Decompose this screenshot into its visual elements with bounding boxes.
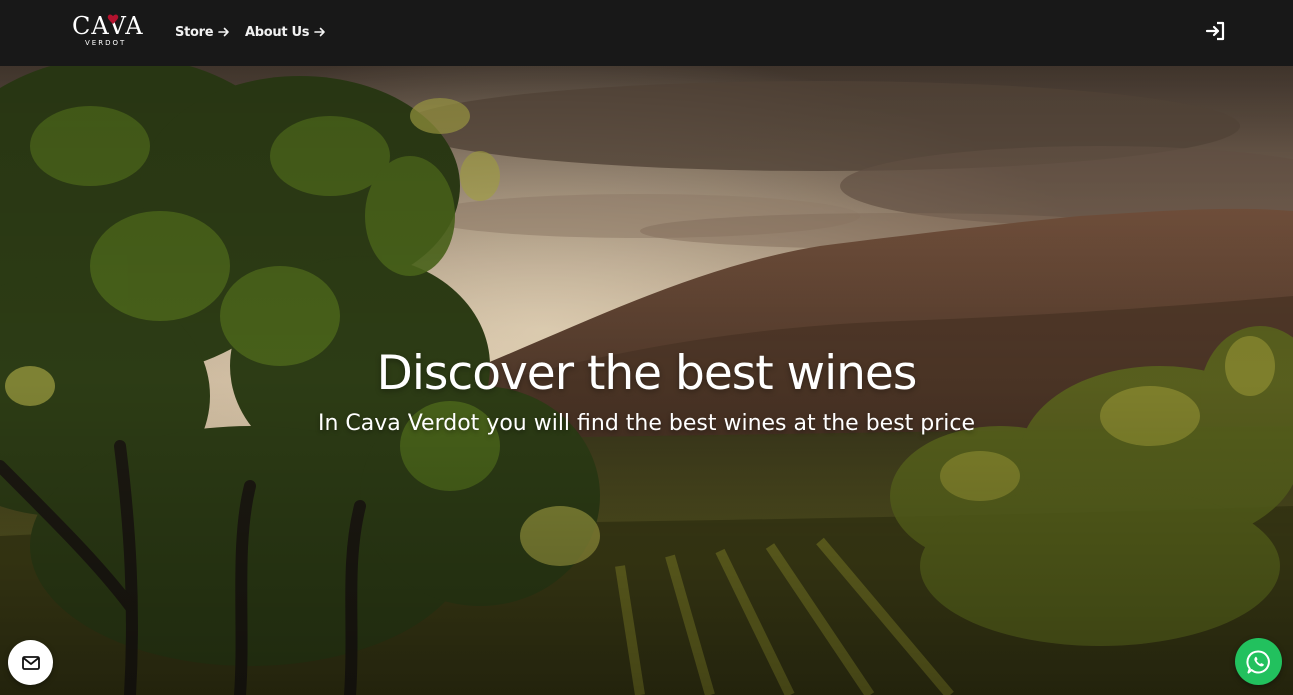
nav-link-store[interactable]: Store — [175, 22, 230, 42]
grape-icon — [107, 14, 119, 24]
whatsapp-icon — [1245, 649, 1270, 673]
top-navbar: CAVA VERDOT Store About Us — [0, 0, 1293, 66]
arrow-right-icon — [314, 27, 325, 37]
mail-icon — [21, 655, 40, 670]
logo-subtext: VERDOT — [85, 39, 127, 47]
arrow-right-icon — [218, 27, 230, 37]
brand-logo[interactable]: CAVA VERDOT — [72, 12, 146, 48]
nav-link-about-us[interactable]: About Us — [245, 22, 326, 42]
nav-link-store-label: Store — [175, 24, 214, 40]
login-button[interactable] — [1204, 19, 1228, 43]
page: CAVA VERDOT Store About Us Discover the … — [0, 0, 1293, 695]
hero-subtitle: In Cava Verdot you will find the best wi… — [317, 411, 976, 436]
nav-link-about-us-label: About Us — [245, 24, 310, 40]
login-icon — [1205, 21, 1225, 41]
whatsapp-button[interactable] — [1235, 638, 1282, 685]
hero-title: Discover the best wines — [376, 346, 918, 401]
contact-mail-button[interactable] — [8, 640, 53, 685]
hero-section: Discover the best wines In Cava Verdot y… — [0, 66, 1293, 695]
